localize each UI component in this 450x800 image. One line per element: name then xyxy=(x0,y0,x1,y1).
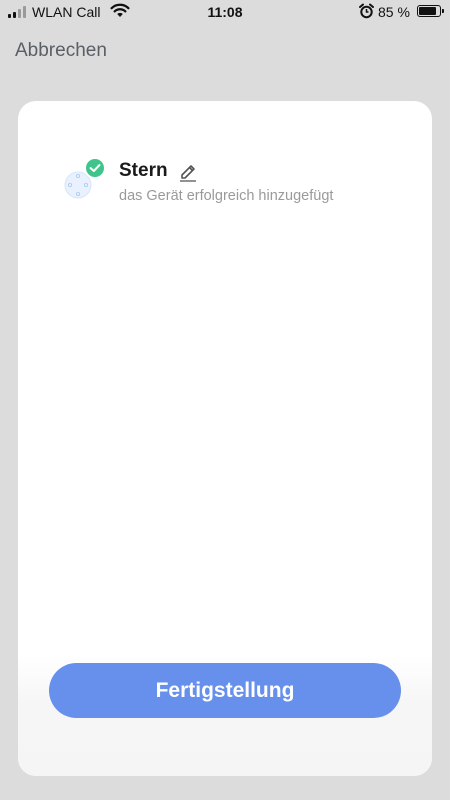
device-name: Stern xyxy=(119,160,168,181)
device-row: Stern das Gerät erfolgreich hinzugefügt xyxy=(62,157,422,217)
device-status-text: das Gerät erfolgreich hinzugefügt xyxy=(119,188,334,204)
check-icon xyxy=(84,157,106,179)
edit-pencil-icon[interactable] xyxy=(178,160,198,187)
device-added-card: Stern das Gerät erfolgreich hinzugefügt … xyxy=(18,101,432,776)
battery-percent: 85 % xyxy=(378,4,410,20)
battery-level-fill xyxy=(419,7,436,15)
status-bar: WLAN Call 11:08 85 % xyxy=(0,0,450,26)
cancel-button[interactable]: Abbrechen xyxy=(15,40,107,62)
battery-icon xyxy=(417,5,444,17)
finish-button[interactable]: Fertigstellung xyxy=(49,663,401,718)
alarm-icon xyxy=(359,3,374,22)
